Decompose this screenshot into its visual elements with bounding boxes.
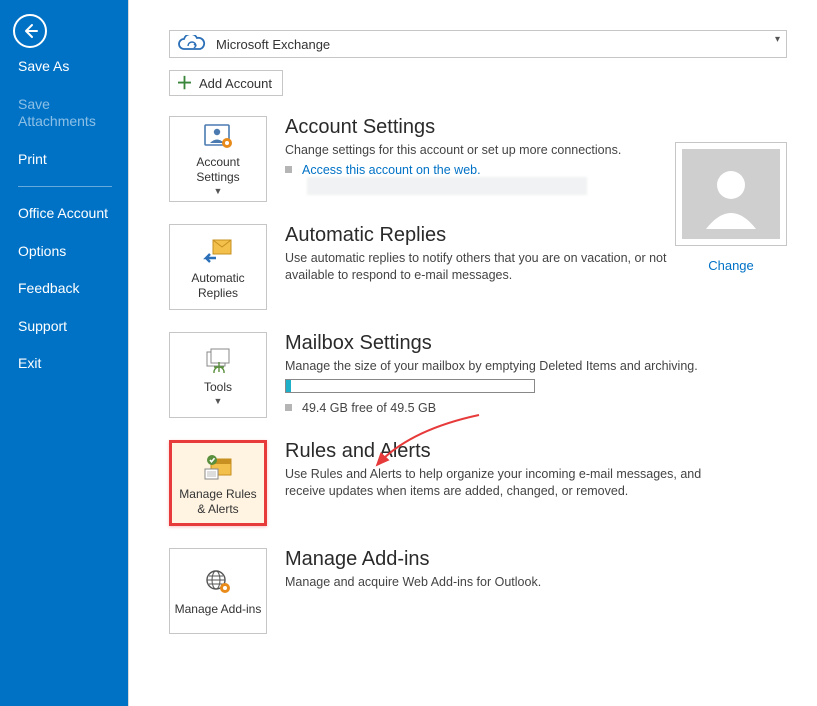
section-rules-alerts: Manage Rules & Alerts Rules and Alerts U… xyxy=(169,440,787,526)
section-desc: Change settings for this account or set … xyxy=(285,142,715,159)
account-dropdown-label: Microsoft Exchange xyxy=(216,37,330,52)
sidebar-divider xyxy=(18,186,112,187)
section-title: Automatic Replies xyxy=(285,224,787,247)
section-mailbox-settings: Tools ▼ Mailbox Settings Manage the size… xyxy=(169,332,787,418)
automatic-replies-icon xyxy=(202,234,234,268)
section-manage-addins: Manage Add-ins Manage Add-ins Manage and… xyxy=(169,548,787,634)
account-dropdown[interactable]: Microsoft Exchange ▾ xyxy=(169,30,787,58)
backstage-sidebar: Save As Save Attachments Print Office Ac… xyxy=(0,0,128,706)
sidebar-item-exit[interactable]: Exit xyxy=(0,345,128,383)
mailbox-free-text: 49.4 GB free of 49.5 GB xyxy=(302,401,436,415)
section-desc: Use automatic replies to notify others t… xyxy=(285,250,715,284)
access-web-link[interactable]: Access this account on the web. xyxy=(302,163,481,177)
dropdown-caret-icon: ▾ xyxy=(775,34,780,45)
automatic-replies-tile[interactable]: Automatic Replies xyxy=(169,224,267,310)
sidebar-item-save-as[interactable]: Save As xyxy=(0,48,128,86)
bullet-icon xyxy=(285,166,292,173)
tile-label: Manage Rules & Alerts xyxy=(176,487,260,516)
sidebar-item-support[interactable]: Support xyxy=(0,308,128,346)
mailbox-usage-fill xyxy=(286,380,291,392)
rules-alerts-icon xyxy=(201,450,235,484)
section-desc: Use Rules and Alerts to help organize yo… xyxy=(285,466,715,500)
account-settings-tile[interactable]: Account Settings ▼ xyxy=(169,116,267,202)
manage-rules-alerts-tile[interactable]: Manage Rules & Alerts xyxy=(169,440,267,526)
avatar-placeholder-icon xyxy=(696,159,766,229)
sidebar-item-feedback[interactable]: Feedback xyxy=(0,270,128,308)
section-account-settings: Account Settings ▼ Account Settings Chan… xyxy=(169,116,787,202)
tile-label: Automatic Replies xyxy=(174,271,262,300)
sidebar-item-options[interactable]: Options xyxy=(0,233,128,271)
account-settings-icon xyxy=(202,121,234,152)
redacted-url xyxy=(307,177,587,195)
sidebar-item-office-account[interactable]: Office Account xyxy=(0,195,128,233)
bullet-icon xyxy=(285,404,292,411)
mailbox-usage-bar xyxy=(285,379,535,393)
section-title: Account Settings xyxy=(285,116,787,139)
plus-icon: ＋ xyxy=(176,75,193,92)
section-desc: Manage and acquire Web Add-ins for Outlo… xyxy=(285,574,715,591)
manage-addins-tile[interactable]: Manage Add-ins xyxy=(169,548,267,634)
tools-tile[interactable]: Tools ▼ xyxy=(169,332,267,418)
section-title: Mailbox Settings xyxy=(285,332,787,355)
tile-label: Account Settings xyxy=(174,155,262,184)
sidebar-item-print[interactable]: Print xyxy=(0,141,128,179)
addins-icon xyxy=(202,565,234,599)
tile-label: Tools xyxy=(204,380,232,394)
account-info-panel: Microsoft Exchange ▾ ＋ Add Account xyxy=(128,0,817,706)
arrow-left-icon xyxy=(21,22,39,40)
section-title: Manage Add-ins xyxy=(285,548,787,571)
chevron-down-icon: ▼ xyxy=(214,396,223,407)
tools-icon xyxy=(202,343,234,377)
sidebar-item-save-attachments: Save Attachments xyxy=(0,86,128,141)
back-button[interactable] xyxy=(13,14,47,48)
tile-label: Manage Add-ins xyxy=(175,602,262,616)
add-account-label: Add Account xyxy=(199,76,272,91)
add-account-button[interactable]: ＋ Add Account xyxy=(169,70,283,96)
section-title: Rules and Alerts xyxy=(285,440,787,463)
cloud-sync-icon xyxy=(178,35,208,53)
section-desc: Manage the size of your mailbox by empty… xyxy=(285,358,715,375)
section-automatic-replies: Automatic Replies Automatic Replies Use … xyxy=(169,224,787,310)
chevron-down-icon: ▼ xyxy=(214,186,223,197)
